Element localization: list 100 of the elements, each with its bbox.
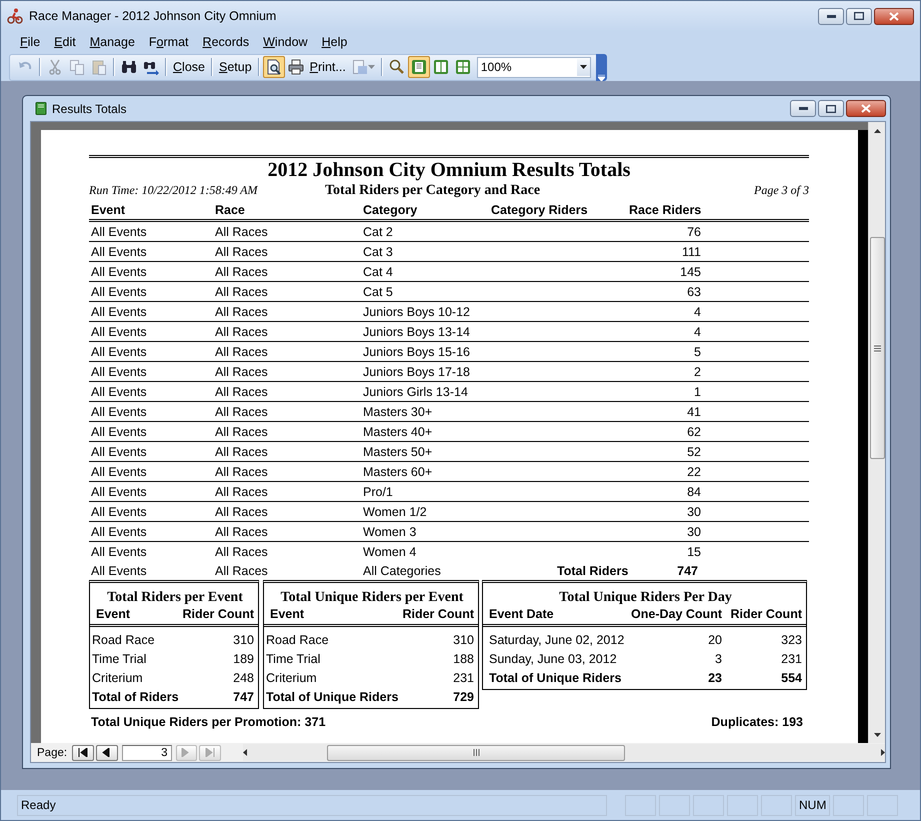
vertical-scrollbar[interactable]: [868, 122, 885, 743]
table-cell: 76: [687, 224, 701, 238]
printer-icon: [288, 59, 304, 75]
menu-item[interactable]: Format: [142, 33, 196, 51]
toolbar-button[interactable]: Close: [170, 56, 208, 78]
table-cell: All Races: [215, 324, 268, 338]
column-header: Event: [96, 607, 130, 621]
zoom-combo[interactable]: 100%: [476, 56, 591, 78]
table-cell: All Events: [91, 304, 147, 318]
menu-item[interactable]: File: [13, 33, 48, 51]
table-cell: Masters 60+: [363, 464, 432, 478]
table-cell: 2: [694, 364, 701, 378]
table-cell: Masters 40+: [363, 424, 432, 438]
table-cell: All Events: [91, 264, 147, 278]
table-cell: 189: [233, 652, 254, 666]
table-cell: All Events: [91, 404, 147, 418]
caret-icon: [598, 74, 605, 80]
clipboard-icon: [91, 59, 107, 75]
report-subtitle: Total Riders per Category and Race: [324, 183, 542, 199]
close-button[interactable]: [846, 100, 886, 117]
minimize-button[interactable]: [818, 8, 844, 24]
toolbar-button[interactable]: Setup: [216, 56, 255, 78]
table-cell: 231: [453, 670, 474, 684]
table-cell: 41: [687, 404, 701, 418]
table-cell: All Races: [215, 344, 268, 358]
page-field[interactable]: 3: [122, 744, 172, 760]
column-header: Rider Count: [402, 607, 474, 621]
maximize-button[interactable]: [846, 8, 872, 24]
table-cell: Cat 5: [363, 284, 393, 298]
horizontal-scrollbar[interactable]: [243, 744, 885, 761]
close-button[interactable]: [874, 8, 914, 24]
minimize-button[interactable]: [790, 100, 816, 117]
menu-item[interactable]: Records: [196, 33, 256, 51]
page-magnifier-icon: [266, 59, 282, 75]
menu-item[interactable]: Manage: [82, 33, 142, 51]
table-cell: Cat 2: [363, 224, 393, 238]
maximize-icon: [826, 104, 836, 112]
minimize-icon: [826, 14, 836, 18]
table-cell: Juniors Boys 10-12: [363, 304, 470, 318]
total-label: Total of Riders: [92, 690, 179, 704]
menu-item[interactable]: Edit: [47, 33, 83, 51]
total-value: 23: [708, 671, 722, 685]
table-cell: Pro/1: [363, 484, 393, 498]
table-cell: All Races: [215, 384, 268, 398]
table-cell: Women 4: [363, 544, 416, 558]
status-indicator: NUM: [795, 794, 830, 816]
table-cell: All Races: [215, 304, 268, 318]
table-cell: Women 3: [363, 524, 416, 538]
table-cell: Women 1/2: [363, 504, 427, 518]
menu-item[interactable]: Help: [314, 33, 354, 51]
table-cell: All Events: [91, 524, 147, 538]
menu-item[interactable]: Window: [256, 33, 315, 51]
table-cell-text: All Categories: [363, 564, 442, 578]
print-preview-button[interactable]: [262, 56, 285, 78]
scroll-thumb[interactable]: [870, 237, 884, 459]
table-cell: 188: [453, 652, 474, 666]
table-cell: All Events: [91, 224, 147, 238]
two-page-icon: [432, 59, 449, 75]
table-cell: All Races: [215, 464, 268, 478]
table-cell: Cat 3: [363, 244, 393, 258]
four-page-icon: [454, 59, 471, 75]
table-cell: Criterium: [266, 670, 317, 684]
column-header: Race: [215, 203, 245, 217]
table-cell: 84: [687, 484, 701, 498]
table-cell: All Events: [91, 484, 147, 498]
table-cell: All Events: [91, 384, 147, 398]
window-title: Race Manager - 2012 Johnson City Omnium: [29, 9, 278, 23]
table-cell: 62: [687, 424, 701, 438]
summary-title: Total Unique Riders Per Day: [558, 590, 733, 606]
table-cell: All Races: [215, 264, 268, 278]
book-icon: [35, 102, 47, 115]
table-cell: 20: [708, 632, 722, 646]
caret-icon: [368, 65, 375, 69]
first-page-button[interactable]: [72, 744, 94, 760]
table-cell: All Races: [215, 444, 268, 458]
table-cell: 5: [694, 344, 701, 358]
one-page-button[interactable]: [408, 56, 430, 78]
previous-page-button[interactable]: [96, 744, 118, 760]
table-cell: Masters 30+: [363, 404, 432, 418]
table-cell: All Races: [215, 524, 268, 538]
table-cell: All Races: [215, 544, 268, 558]
total-value: 747: [233, 690, 254, 704]
table-cell: Saturday, June 02, 2012: [489, 632, 624, 646]
toolbar-overflow-button[interactable]: [596, 54, 607, 80]
column-header: Rider Count: [182, 607, 254, 621]
table-cell: Juniors Boys 15-16: [363, 344, 470, 358]
maximize-button[interactable]: [818, 100, 844, 117]
table-cell-text: All Races: [215, 564, 269, 578]
table-cell: 231: [781, 652, 802, 666]
toolbar-button[interactable]: Print...: [306, 56, 349, 78]
total-value: 554: [781, 671, 802, 685]
table-cell: 310: [453, 632, 474, 646]
table-cell: 63: [687, 284, 701, 298]
table-cell: All Races: [215, 364, 268, 378]
grip-icon: [874, 344, 880, 352]
summary-title: Total Riders per Event: [106, 590, 244, 606]
table-cell: All Races: [215, 424, 268, 438]
next-page-icon: [181, 748, 192, 757]
scroll-thumb[interactable]: [327, 744, 626, 760]
table-cell: Road Race: [266, 632, 329, 646]
